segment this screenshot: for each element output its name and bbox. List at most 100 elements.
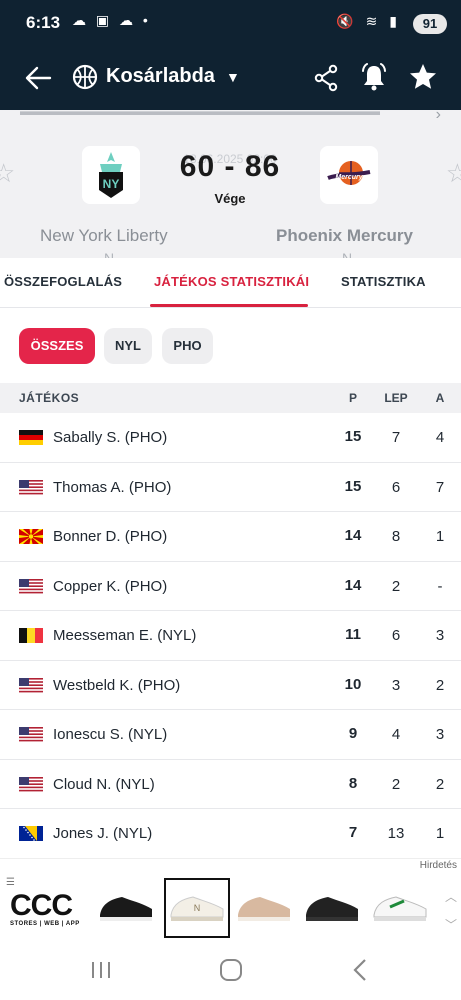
germany-flag-icon (19, 430, 43, 445)
ad-brand-logo[interactable]: CCC (10, 889, 73, 923)
player-rebounds: 6 (391, 627, 401, 644)
chevron-right-icon[interactable]: › (436, 110, 441, 124)
player-points: 7 (348, 824, 358, 841)
player-name: Jones J. (NYL) (53, 825, 153, 842)
svg-text:Mercury: Mercury (335, 174, 363, 181)
column-assists[interactable]: A (430, 391, 450, 405)
player-name: Sabally S. (PHO) (53, 429, 168, 446)
share-icon[interactable] (313, 64, 339, 92)
column-rebounds[interactable]: LEP (380, 391, 412, 405)
caret-down-icon[interactable]: ▼ (226, 69, 240, 85)
star-icon[interactable] (408, 62, 438, 92)
player-points: 14 (344, 576, 362, 594)
column-points[interactable]: P (341, 391, 365, 405)
shoe-white-icon[interactable]: N (167, 885, 227, 925)
table-row[interactable]: Copper K. (PHO) 14 2 - (0, 561, 461, 611)
player-rebounds: 8 (391, 528, 401, 545)
active-tab-indicator (150, 304, 308, 307)
home-team-name[interactable]: New York Liberty (40, 226, 168, 246)
match-header: ▬▬▬▬▬▬▬▬▬▬▬▬▬▬▬▬▬▬▬▬▬▬▬▬▬▬▬▬▬▬ › ☆ ☆ NY … (0, 110, 461, 258)
table-row[interactable]: Ionescu S. (NYL) 9 4 3 (0, 710, 461, 760)
player-assists: 2 (435, 775, 445, 793)
player-name: Bonner D. (PHO) (53, 528, 168, 545)
player-assists: 4 (435, 429, 445, 446)
shoe-beige-icon[interactable] (234, 885, 294, 925)
status-bar: 6:13 ☁ ▣ ☁ • 🔇 ≋ ▮ 91 (0, 0, 461, 46)
back-arrow-icon[interactable] (24, 64, 52, 92)
basketball-icon[interactable] (72, 64, 98, 90)
north-macedonia-flag-icon (19, 529, 43, 544)
away-team-sub: N (342, 250, 353, 258)
ad-brand-tagline: STORES | WEB | APP (10, 921, 80, 927)
tab-player-stats[interactable]: JÁTÉKOS STATISZTIKÁI (154, 274, 309, 289)
sport-title[interactable]: Kosárlabda (106, 65, 215, 88)
svg-text:NY: NY (103, 177, 120, 191)
mercury-logo-icon: Mercury (327, 161, 371, 185)
player-rebounds: 3 (391, 676, 401, 694)
favorite-star-icon[interactable]: ☆ (446, 158, 461, 189)
home-icon[interactable] (220, 959, 242, 981)
shoe-black-running-icon[interactable] (302, 885, 362, 925)
player-assists: 7 (435, 478, 445, 496)
table-row[interactable]: Meesseman E. (NYL) 11 6 3 (0, 611, 461, 661)
player-points: 8 (348, 774, 358, 792)
player-rebounds: 7 (391, 429, 401, 446)
recent-apps-icon[interactable] (90, 960, 112, 980)
ad-menu-icon[interactable]: ☰ (6, 877, 15, 888)
usa-flag-icon (19, 479, 43, 495)
player-points: 11 (345, 626, 361, 643)
player-assists: 1 (435, 825, 445, 842)
favorite-star-icon[interactable]: ☆ (0, 158, 15, 189)
player-name: Cloud N. (NYL) (53, 775, 155, 793)
match-status: Vége (214, 191, 246, 206)
shoe-black-icon[interactable] (96, 885, 156, 925)
player-points: 9 (348, 725, 358, 742)
belgium-flag-icon (19, 628, 43, 643)
player-points: 15 (344, 477, 362, 495)
tab-bar: ÖSSZEFOGLALÁS JÁTÉKOS STATISZTIKÁI STATI… (0, 258, 461, 308)
player-points: 14 (344, 527, 362, 544)
usa-flag-icon (19, 677, 43, 693)
player-assists: 1 (435, 528, 445, 545)
player-assists: 3 (435, 627, 445, 644)
bosnia-flag-icon (19, 826, 43, 841)
player-rebounds: 4 (391, 726, 401, 743)
filter-all-chip[interactable]: ÖSSZES (19, 328, 95, 364)
nav-back-icon[interactable] (350, 958, 370, 982)
player-name: Westbeld K. (PHO) (53, 676, 181, 694)
notification-icons: ☁ ▣ ☁ • (72, 12, 151, 28)
table-row[interactable]: Cloud N. (NYL) 8 2 2 (0, 759, 461, 809)
league-banner: ▬▬▬▬▬▬▬▬▬▬▬▬▬▬▬▬▬▬▬▬▬▬▬▬▬▬▬▬▬▬ (20, 110, 380, 118)
away-team-name[interactable]: Phoenix Mercury (276, 226, 413, 246)
player-rebounds: 6 (391, 478, 401, 496)
column-player[interactable]: JÁTÉKOS (19, 391, 79, 405)
player-assists: 2 (435, 676, 445, 694)
tab-statistics[interactable]: STATISZTIKA (341, 274, 426, 289)
away-team-logo[interactable]: Mercury (320, 146, 378, 204)
ad-scroll-arrows-icon[interactable]: ︿ ﹀ (445, 883, 457, 939)
player-assists: - (437, 577, 443, 595)
player-name: Meesseman E. (NYL) (53, 627, 197, 644)
player-name: Thomas A. (PHO) (53, 478, 172, 496)
match-score: 60 - 86 (179, 150, 281, 183)
ad-banner[interactable]: Hirdetés ☰ CCC STORES | WEB | APP N ︿ ﹀ (0, 858, 461, 942)
filter-pho-chip[interactable]: PHO (162, 328, 213, 364)
table-row[interactable]: Sabally S. (PHO) 15 7 4 (0, 413, 461, 463)
stats-table-body: Sabally S. (PHO) 15 7 4 Thomas A. (PHO) … (0, 413, 461, 859)
table-row[interactable]: Westbeld K. (PHO) 10 3 2 (0, 660, 461, 710)
player-points: 10 (344, 675, 362, 693)
shoe-white-green-icon[interactable] (370, 885, 430, 925)
table-row[interactable]: Jones J. (NYL) 7 13 1 (0, 809, 461, 859)
table-row[interactable]: Thomas A. (PHO) 15 6 7 (0, 462, 461, 512)
player-rebounds: 2 (391, 577, 401, 595)
player-name: Ionescu S. (NYL) (53, 726, 168, 743)
table-row[interactable]: Bonner D. (PHO) 14 8 1 (0, 512, 461, 562)
usa-flag-icon (19, 727, 43, 742)
tab-summary[interactable]: ÖSSZEFOGLALÁS (4, 274, 122, 289)
player-rebounds: 13 (387, 825, 405, 842)
bell-icon[interactable] (360, 62, 388, 92)
system-nav-bar (0, 942, 461, 1000)
team-filter: ÖSSZES NYL PHO (0, 309, 461, 383)
home-team-logo[interactable]: NY (82, 146, 140, 204)
filter-nyl-chip[interactable]: NYL (104, 328, 152, 364)
